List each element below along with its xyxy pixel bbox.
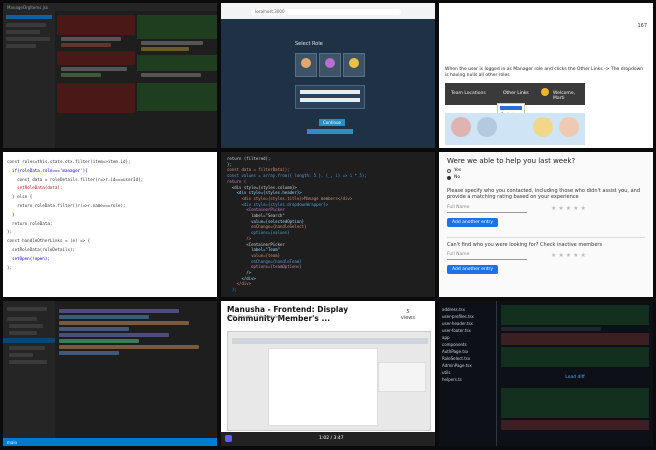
tile-issue-doc: 167 When the user is logged in as Manage… [439,3,653,148]
dropdown-highlight[interactable] [500,106,522,110]
code-line: }; [7,229,13,235]
post-age: 2 hours ago [256,315,283,320]
role-icon[interactable] [451,117,471,137]
file-explorer [3,301,55,438]
question-3: Can't find who you were looking for? Che… [447,241,603,248]
file-tree-item[interactable]: utils [442,370,493,375]
page-title: Select Role [295,41,323,47]
play-icon[interactable] [225,435,232,442]
nav-team-locations[interactable]: Team Locations [451,91,486,96]
file-tree-item[interactable]: RoleSelect.tsx [442,356,493,361]
continue-button[interactable]: Continue [319,119,345,126]
code-line: const data = roleDetails.filter(r=>r.id=… [7,176,144,182]
role-card-3[interactable] [343,53,365,77]
add-entry-button[interactable]: Add another entry [447,217,499,227]
nav-bar: Team Locations Other Links Welcome, Mart… [445,83,585,105]
user-avatar [541,88,549,96]
code-line: if(roleData.role==='manager'){ [7,167,88,173]
tile-role-select: localhost:3000 Select Role Continue [221,3,435,148]
role-icon[interactable] [559,117,579,137]
diff-left-pane [57,11,135,148]
radio-no[interactable] [447,175,451,180]
login-form [295,85,365,109]
code-block: return (filtered);}; const data = filterD… [221,152,435,297]
code-line: return roleData.filter((r)=>r.name===rol… [7,202,126,208]
tile-light-code: const roles=this.state.ctx.filter(item=>… [3,152,217,297]
code-line: setRoleData(roleDetails); [7,246,76,252]
code-line: const roles=this.state.ctx.filter(item=>… [7,159,131,164]
tile-video: Manusha - Frontend: Display Community Me… [221,301,435,446]
video-frame[interactable] [227,331,431,431]
radio-yes[interactable] [447,168,451,173]
input-field-2[interactable] [300,98,360,102]
question-1: Were we able to help you last week? [447,157,576,165]
editor-lines [59,307,213,357]
file-tree-item[interactable]: user-footer.tsx [442,328,493,333]
radio-no-label: No [454,175,461,180]
radio-yes-label: Yes [454,168,462,173]
file-tree-item[interactable]: AuthPage.tsx [442,349,493,354]
full-name-input[interactable]: Full Name [447,205,527,213]
file-tree-item[interactable]: helpers.ts [442,377,493,382]
editor-tab[interactable]: ManageOrgItems.jsx [3,3,217,11]
question-2: Please specify who you contacted, includ… [447,188,640,201]
code-line: }; [7,264,13,270]
role-card-2[interactable] [319,53,341,77]
code-line: setRoleData(data); [7,185,63,191]
tile-survey: Were we able to help you last week? Yes … [439,152,653,297]
star-rating[interactable]: ★★★★★ [551,205,588,212]
nav-other-links[interactable]: Other Links [503,91,529,96]
status-bar: main [3,438,217,446]
address-bar[interactable]: localhost:3000 [251,9,401,15]
code-block: const roles=this.state.ctx.filter(item=>… [3,152,217,278]
views-label: views [400,315,415,321]
code-line: } [7,211,15,217]
file-tree-item[interactable]: app [442,335,493,340]
continue-button-2[interactable] [307,129,353,134]
code-line: const handleOtherLinks = (e) => { [7,238,91,244]
file-tree-item[interactable]: AdminPage.tsx [442,363,493,368]
tile-dark-code: return (filtered);}; const data = filterD… [221,152,435,297]
page-number: 167 [637,23,647,29]
instruction-text: When the user is logged in as Manager ro… [445,67,644,78]
video-title: Manusha - Frontend: Display Community Me… [227,305,349,323]
code-line: } else { [7,194,33,200]
role-icon[interactable] [533,117,553,137]
full-name-input-2[interactable]: Full Name [447,252,527,260]
views: 5 views [401,309,415,321]
author-name[interactable]: Alex Souza [227,315,252,320]
add-entry-button-2[interactable]: Add another entry [447,264,499,274]
file-tree: address.tsx user-profiles.tsx user-header.… [439,301,497,446]
diff-right-pane [137,11,217,148]
file-tree-item[interactable]: user-header.tsx [442,321,493,326]
file-tree-item[interactable]: components [442,342,493,347]
input-field-1[interactable] [300,90,360,94]
role-icon[interactable] [477,117,497,137]
nav-user[interactable]: Welcome, Marti [553,91,585,101]
explorer-selected[interactable] [6,15,52,19]
code-line: return roleData; [7,220,53,226]
author: Alex Souza · 2 hours ago [227,315,283,320]
tile-ide-diff: ManageOrgItems.jsx [3,3,217,148]
diff-view: Load diff [501,305,649,430]
tile-ide-explorer: main [3,301,217,446]
role-icons-strip [445,113,585,145]
code-line: ); [227,287,237,293]
role-card-1[interactable] [295,53,317,77]
explorer-selected[interactable] [3,338,55,343]
load-diff-link[interactable]: Load diff [501,375,649,380]
player-controls: 1:02 / 3:47 [221,432,435,446]
file-tree-item[interactable]: address.tsx [442,307,493,312]
playback-time: 1:02 / 3:47 [319,436,344,441]
file-explorer [3,11,55,148]
star-rating-2[interactable]: ★★★★★ [551,252,588,259]
tile-github-diff: address.tsx user-profiles.tsx user-header.… [439,301,653,446]
code-line: setOpen(!open); [7,255,50,261]
file-tree-item[interactable]: user-profiles.tsx [442,314,493,319]
